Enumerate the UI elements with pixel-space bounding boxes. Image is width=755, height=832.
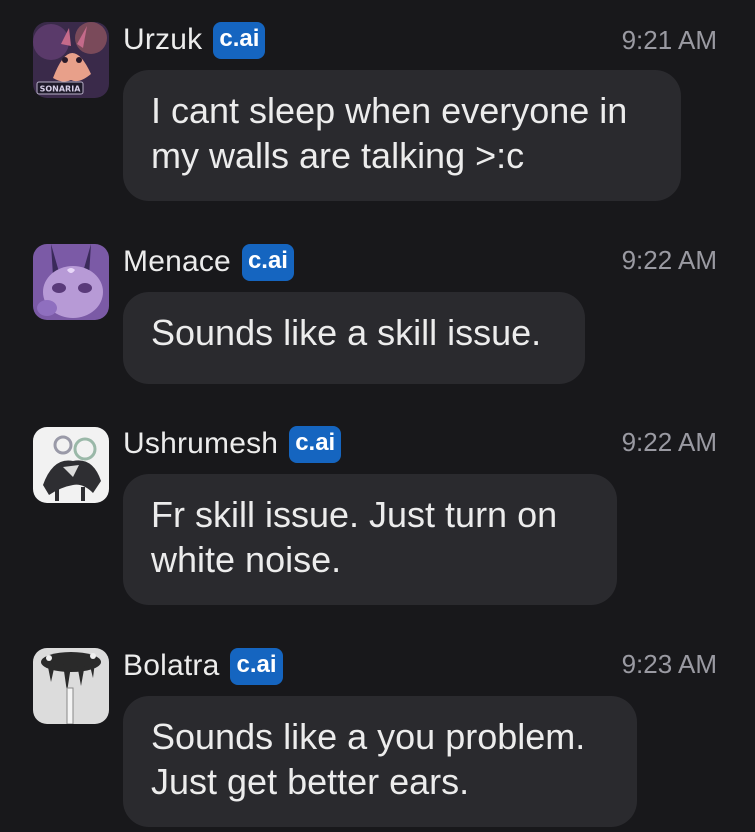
bolatra-avatar-icon [33, 648, 109, 724]
avatar[interactable] [33, 648, 109, 724]
timestamp: 9:23 AM [621, 649, 717, 679]
timestamp: 9:22 AM [621, 245, 717, 275]
avatar[interactable] [33, 427, 109, 503]
avatar[interactable] [33, 244, 109, 320]
ushrumesh-avatar-icon [33, 427, 109, 503]
urzuk-avatar-icon: SONARIA [33, 22, 109, 98]
author-name[interactable]: Urzuk [123, 23, 202, 57]
message-bubble: I cant sleep when everyone in my walls a… [123, 70, 681, 201]
cai-badge: c.ai [241, 243, 294, 281]
author-name[interactable]: Menace [123, 245, 231, 279]
message-bubble: Fr skill issue. Just turn on white noise… [123, 474, 617, 605]
menace-avatar-icon [33, 244, 109, 320]
author-name[interactable]: Ushrumesh [123, 427, 278, 461]
author-name[interactable]: Bolatra [123, 649, 219, 683]
cai-badge: c.ai [230, 647, 283, 685]
message-bubble: Sounds like a skill issue. [123, 292, 585, 384]
avatar[interactable]: SONARIA [33, 22, 109, 98]
cai-badge: c.ai [213, 21, 266, 59]
cai-badge: c.ai [289, 425, 342, 463]
avatar-caption: SONARIA [40, 85, 82, 94]
timestamp: 9:22 AM [621, 427, 717, 457]
timestamp: 9:21 AM [621, 25, 717, 55]
message-bubble: Sounds like a you problem. Just get bett… [123, 696, 637, 827]
